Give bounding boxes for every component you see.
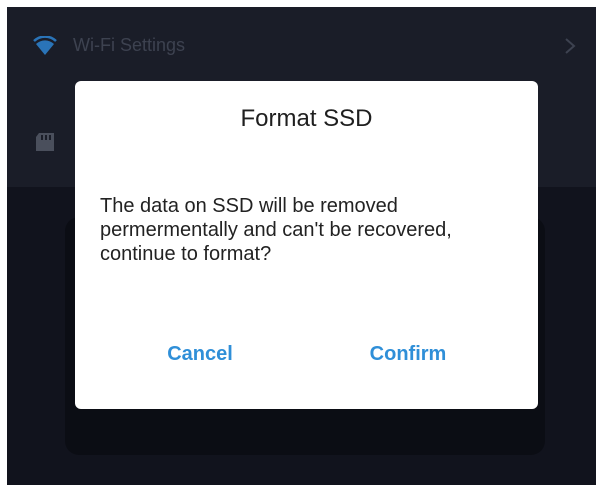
wifi-icon	[33, 36, 57, 55]
sd-card-icon	[36, 133, 54, 151]
confirm-button[interactable]: Confirm	[353, 339, 463, 369]
cancel-button[interactable]: Cancel	[145, 339, 255, 369]
dialog-title: Format SSD	[240, 105, 373, 132]
settings-row-wifi[interactable]: Wi-Fi Settings	[7, 7, 596, 85]
wifi-settings-label: Wi-Fi Settings	[73, 35, 186, 55]
chevron-right-icon	[565, 38, 576, 54]
format-ssd-dialog: Format SSD The data on SSD will be remov…	[75, 81, 538, 409]
dialog-message: The data on SSD will be removed permerme…	[100, 195, 452, 265]
